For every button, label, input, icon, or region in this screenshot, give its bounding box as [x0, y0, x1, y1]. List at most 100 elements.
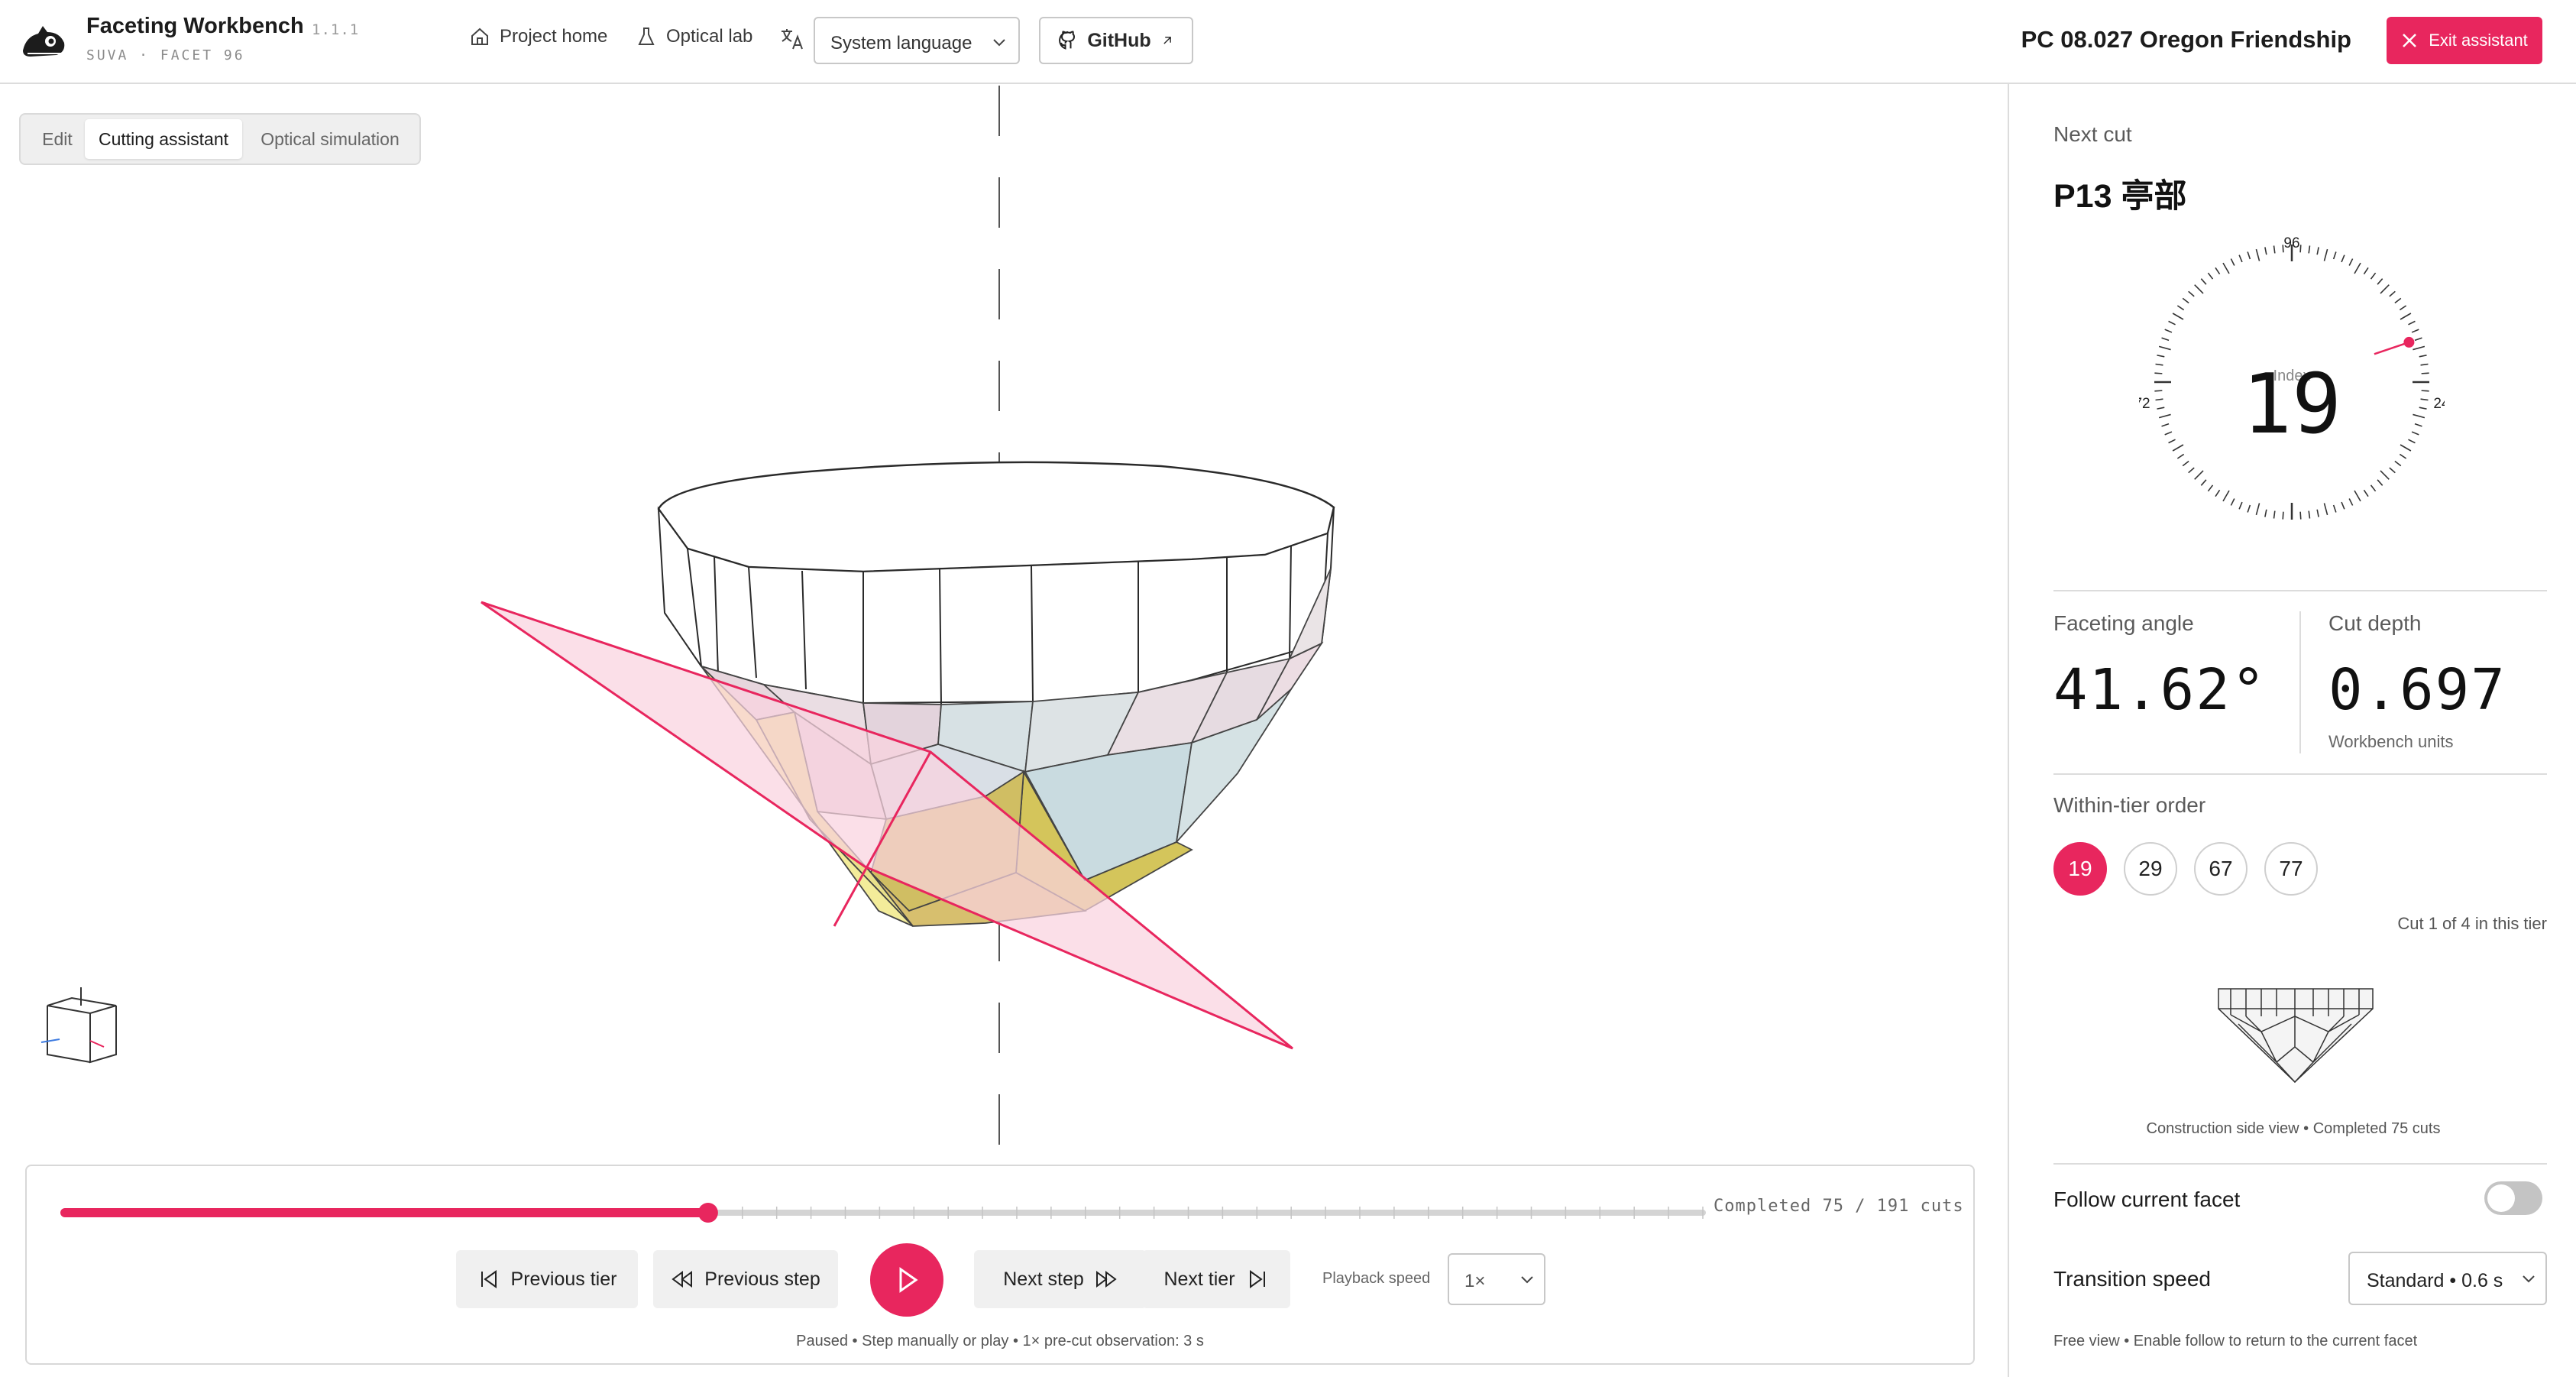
previous-step-button[interactable]: Previous step	[653, 1250, 838, 1308]
dial-tick	[2273, 510, 2276, 519]
tab-cutting-assistant[interactable]: Cutting assistant	[85, 119, 242, 159]
cut-depth-unit: Workbench units	[2328, 732, 2454, 751]
cut-depth-label: Cut depth	[2328, 611, 2422, 635]
dial-tick	[2299, 511, 2302, 520]
dial-tick	[2419, 355, 2427, 358]
chevron-down-icon	[1521, 1276, 1533, 1284]
dial-tick	[2363, 489, 2369, 497]
next-tier-button[interactable]: Next tier	[1142, 1250, 1290, 1308]
project-home-link[interactable]: Project home	[469, 26, 607, 47]
dial-tick	[2370, 272, 2377, 280]
divider	[2053, 1163, 2547, 1165]
dial-tick	[2161, 337, 2170, 342]
dial-tick	[2332, 504, 2337, 513]
dial-tick	[2157, 407, 2165, 410]
cut-depth-value: 0.697	[2328, 657, 2506, 723]
dial-tick	[2222, 490, 2230, 502]
tab-optical-simulation[interactable]: Optical simulation	[245, 119, 415, 159]
dial-tick	[2238, 501, 2243, 510]
dial-tick	[2188, 467, 2195, 474]
previous-step-label: Previous step	[704, 1268, 820, 1290]
dial-tick	[2400, 313, 2412, 320]
home-icon	[471, 28, 488, 45]
dial-tick	[2264, 509, 2267, 517]
dial-tick	[2154, 390, 2163, 392]
language-select[interactable]: System language	[814, 17, 1020, 64]
dial-tick	[2380, 284, 2390, 294]
dial-tick	[2158, 413, 2171, 419]
dial-tick	[2316, 509, 2319, 517]
dial-tick	[2389, 467, 2396, 474]
dial-pointer	[2374, 341, 2409, 355]
free-view-note: Free view • Enable follow to return to t…	[2053, 1333, 2418, 1349]
gem-3d-viewport[interactable]	[0, 86, 2008, 1155]
orientation-cube-icon[interactable]	[40, 987, 117, 1064]
playback-speed-select[interactable]: 1×	[1448, 1253, 1545, 1305]
cut-of-tier-text: Cut 1 of 4 in this tier	[2397, 914, 2547, 933]
dial-tick	[2155, 363, 2163, 366]
dial-tick	[2164, 329, 2173, 333]
optical-lab-link[interactable]: Optical lab	[636, 26, 752, 47]
dial-tick	[2394, 297, 2402, 304]
dial-tick	[2414, 337, 2422, 342]
next-step-button[interactable]: Next step	[974, 1250, 1147, 1308]
order-chip[interactable]: 19	[2053, 842, 2107, 896]
next-cut-label: Next cut	[2053, 122, 2132, 146]
dial-tick	[2299, 245, 2302, 253]
skip-back-icon	[481, 1270, 497, 1288]
dial-tick	[2354, 490, 2361, 502]
chevron-down-icon	[993, 39, 1005, 47]
dial-tick	[2255, 248, 2260, 261]
construction-side-view	[2218, 988, 2374, 1084]
language-select-value: System language	[830, 33, 972, 53]
divider	[2053, 773, 2547, 775]
mode-tabs: Edit Cutting assistant Optical simulatio…	[19, 113, 421, 165]
progress-slider[interactable]	[56, 1197, 1712, 1228]
top-bar: Faceting Workbench 1.1.1 SUVA · FACET 96…	[0, 0, 2576, 84]
dial-tick	[2247, 504, 2251, 513]
dial-tick	[2408, 320, 2416, 326]
dial-tick	[2370, 484, 2377, 492]
follow-current-facet-toggle[interactable]	[2484, 1181, 2542, 1215]
dial-tick	[2172, 313, 2184, 320]
play-button[interactable]	[870, 1243, 943, 1317]
gem-crown-outline	[657, 461, 1335, 573]
order-chip[interactable]: 67	[2194, 842, 2248, 896]
dial-tick	[2363, 267, 2369, 275]
dial-tick	[2420, 363, 2429, 366]
github-button[interactable]: GitHub	[1039, 17, 1193, 64]
dial-tick	[2207, 272, 2214, 280]
dial-tick	[2420, 398, 2429, 401]
dial-tick	[2161, 423, 2170, 427]
dial-tick	[2273, 245, 2276, 254]
transition-speed-select[interactable]: Standard • 0.6 s	[2348, 1252, 2547, 1305]
project-name: PC 08.027 Oregon Friendship	[2021, 26, 2351, 53]
dial-tick	[2230, 498, 2235, 506]
dial-tick	[2255, 503, 2260, 516]
order-chip[interactable]: 29	[2124, 842, 2177, 896]
dial-tick	[2215, 489, 2221, 497]
transition-speed-value: Standard • 0.6 s	[2367, 1270, 2503, 1291]
dial-tick	[2419, 407, 2427, 410]
dial-tick	[2332, 251, 2337, 260]
dial-tick	[2168, 439, 2176, 444]
order-chip[interactable]: 77	[2264, 842, 2318, 896]
dial-tick	[2264, 247, 2267, 255]
dial-tick	[2230, 258, 2235, 266]
exit-assistant-button[interactable]: Exit assistant	[2387, 17, 2542, 64]
index-gear-dial: 96 24 48 72 Index 19	[2139, 235, 2445, 520]
dial-tick	[2389, 290, 2396, 297]
dial-tick	[2323, 248, 2328, 261]
fast-forward-icon	[1095, 1271, 1117, 1288]
chevron-down-icon	[2523, 1275, 2535, 1283]
dial-tick	[2348, 258, 2354, 266]
previous-tier-button[interactable]: Previous tier	[456, 1250, 638, 1308]
dial-tick	[2168, 320, 2176, 326]
tab-edit[interactable]: Edit	[27, 119, 88, 159]
dial-tick	[2394, 460, 2402, 467]
dial-tick	[2399, 453, 2407, 459]
dial-label-left: 72	[2139, 396, 2150, 412]
dial-tick	[2377, 479, 2383, 486]
progress-handle[interactable]	[697, 1203, 718, 1223]
dial-tick	[2155, 398, 2163, 401]
